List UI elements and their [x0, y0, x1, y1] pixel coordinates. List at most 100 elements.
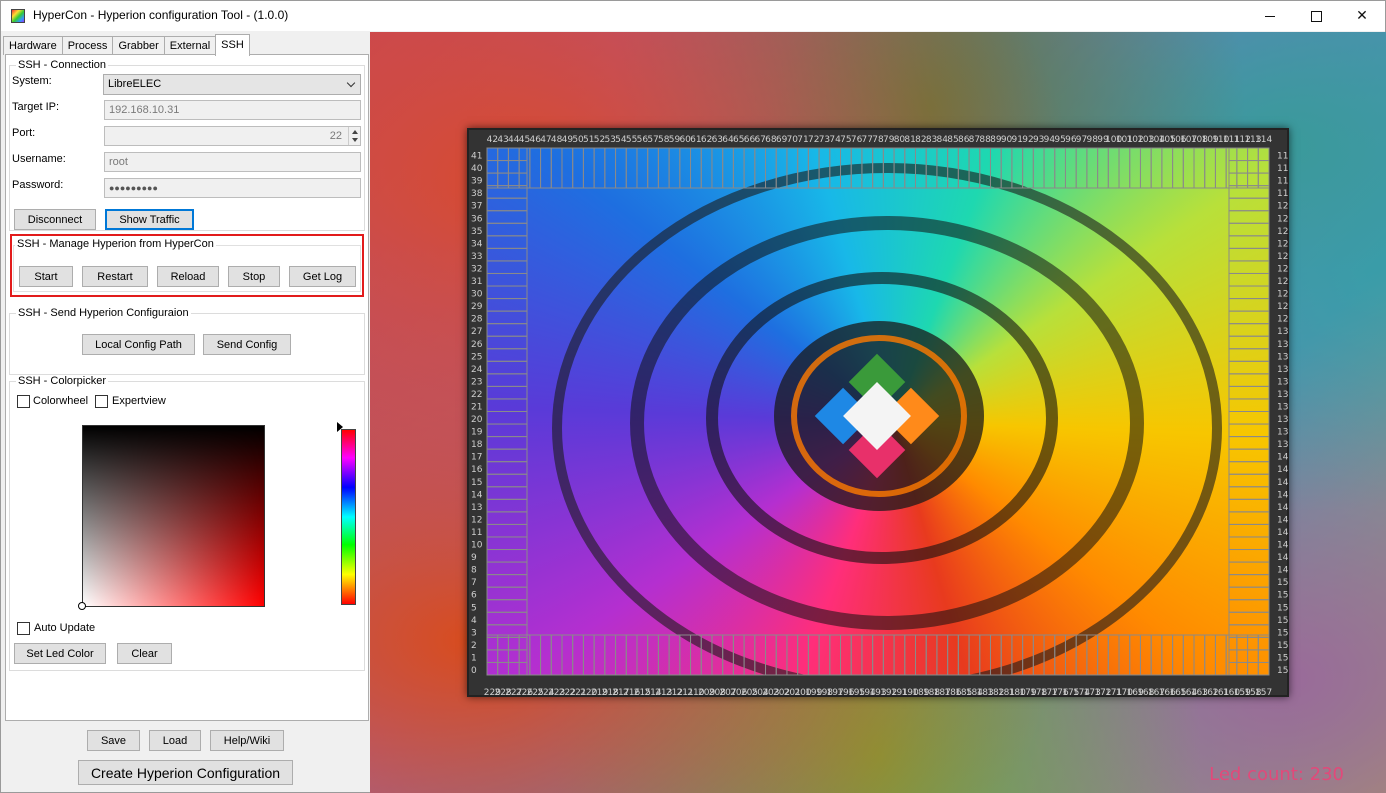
led-cell	[818, 634, 831, 676]
led-index-label: 14	[471, 490, 483, 500]
led-cell	[743, 634, 756, 676]
stop-button[interactable]: Stop	[228, 266, 280, 287]
led-grid-overlay: 42 43 44 45 46 47 48 49 50 51 52 53 54 55 56 57 58 59 60 61…	[471, 135, 1289, 698]
led-cell	[1139, 634, 1152, 676]
disconnect-button[interactable]: Disconnect	[14, 209, 96, 230]
tab-process[interactable]: Process	[61, 36, 114, 55]
minimize-button[interactable]	[1247, 1, 1293, 31]
led-index-label: 17	[471, 453, 482, 463]
led-cell	[497, 147, 509, 189]
set-led-color-button[interactable]: Set Led Color	[14, 643, 106, 664]
led-cell	[690, 147, 702, 189]
show-traffic-button[interactable]: Show Traffic	[105, 209, 194, 230]
led-index-label: 26	[471, 340, 483, 350]
led-cell	[486, 411, 528, 425]
led-index-label: 0	[471, 666, 477, 676]
led-cell	[486, 486, 528, 500]
led-index-label: 13	[1277, 415, 1288, 425]
reload-button[interactable]: Reload	[157, 266, 219, 287]
led-cell	[1228, 549, 1270, 563]
colorwheel-checkbox[interactable]	[17, 395, 30, 408]
tab-ssh[interactable]: SSH	[215, 34, 250, 56]
led-cell	[754, 634, 767, 676]
led-index-label: 40	[471, 164, 483, 174]
led-cell	[1228, 272, 1270, 287]
led-cell	[1228, 611, 1270, 626]
restart-button[interactable]: Restart	[82, 266, 148, 287]
led-cell	[1228, 649, 1270, 663]
expertview-checkbox[interactable]	[95, 395, 108, 408]
led-cell	[647, 147, 659, 189]
led-cell	[486, 636, 528, 651]
tab-external[interactable]: External	[163, 36, 217, 55]
led-index-label: 14	[1277, 528, 1289, 538]
led-cell	[647, 634, 659, 676]
send-config-button[interactable]: Send Config	[203, 334, 291, 355]
led-cell	[1228, 473, 1270, 488]
clear-button[interactable]: Clear	[117, 643, 172, 664]
led-cell	[486, 523, 528, 538]
led-index-label: 13	[1277, 352, 1288, 362]
start-button[interactable]: Start	[19, 266, 73, 287]
spinner-arrows-icon[interactable]	[348, 127, 360, 145]
led-cell	[1257, 147, 1270, 189]
led-index-label: 5	[471, 603, 477, 613]
led-index-label: 22	[471, 390, 482, 400]
led-cell	[486, 310, 528, 325]
led-index-label: 13	[471, 503, 482, 513]
led-cell	[872, 634, 884, 676]
led-cell	[872, 147, 884, 189]
led-cell	[1054, 634, 1066, 676]
hue-slider[interactable]	[341, 429, 356, 605]
led-index-label: 12	[1277, 202, 1288, 212]
led-cell	[882, 147, 895, 189]
password-field[interactable]: ●●●●●●●●●	[104, 178, 361, 198]
led-cell	[518, 634, 531, 676]
led-index-label: 15	[1277, 628, 1288, 638]
username-field[interactable]: root	[104, 152, 361, 172]
led-cell	[786, 634, 799, 676]
load-button[interactable]: Load	[149, 730, 201, 751]
led-index-label: 15	[1277, 641, 1288, 651]
led-cell	[1228, 574, 1270, 588]
local-config-path-button[interactable]: Local Config Path	[82, 334, 195, 355]
led-cell	[572, 634, 584, 676]
close-button[interactable]: ✕	[1339, 1, 1385, 31]
led-cell	[486, 172, 528, 187]
led-index-label: 14	[1277, 553, 1289, 563]
led-index-label: 14	[1277, 465, 1289, 475]
tab-grabber[interactable]: Grabber	[112, 36, 165, 55]
help-wiki-button[interactable]: Help/Wiki	[210, 730, 284, 751]
color-saturation-area[interactable]	[82, 425, 265, 607]
led-index-label: 36	[471, 214, 483, 224]
led-cell	[486, 448, 528, 463]
get-log-button[interactable]: Get Log	[289, 266, 356, 287]
target-ip-field[interactable]: 192.168.10.31	[104, 100, 361, 120]
ssh-connection-title: SSH - Connection	[16, 59, 109, 71]
save-button[interactable]: Save	[87, 730, 140, 751]
led-cell	[657, 634, 670, 676]
led-index-label: 13	[1277, 327, 1288, 337]
led-cell	[818, 147, 831, 189]
led-cell	[786, 147, 799, 189]
system-select[interactable]: LibreELEC	[103, 74, 361, 95]
led-index-label: 12	[1277, 252, 1288, 262]
led-cell	[840, 147, 852, 189]
led-cell	[1247, 147, 1259, 189]
maximize-button[interactable]	[1293, 1, 1339, 31]
led-index-label: 13	[1277, 403, 1288, 413]
tab-hardware[interactable]: Hardware	[3, 36, 63, 55]
led-index-label: 12	[1277, 227, 1288, 237]
create-hyperion-configuration-button[interactable]: Create Hyperion Configuration	[78, 760, 293, 785]
led-index-label: 13	[1277, 377, 1288, 387]
auto-update-checkbox[interactable]	[17, 622, 30, 635]
led-index-label: 28	[471, 315, 483, 325]
color-picker-handle[interactable]	[78, 602, 86, 610]
led-index-label: 15	[1277, 578, 1288, 588]
led-cell	[582, 634, 595, 676]
port-spinner[interactable]: 22	[104, 126, 361, 146]
app-window: HyperCon - Hyperion configuration Tool -…	[0, 0, 1386, 793]
led-cell	[1228, 210, 1270, 224]
settings-pane: Hardware Process Grabber External SSH SS…	[3, 32, 370, 792]
led-cell	[486, 235, 528, 249]
